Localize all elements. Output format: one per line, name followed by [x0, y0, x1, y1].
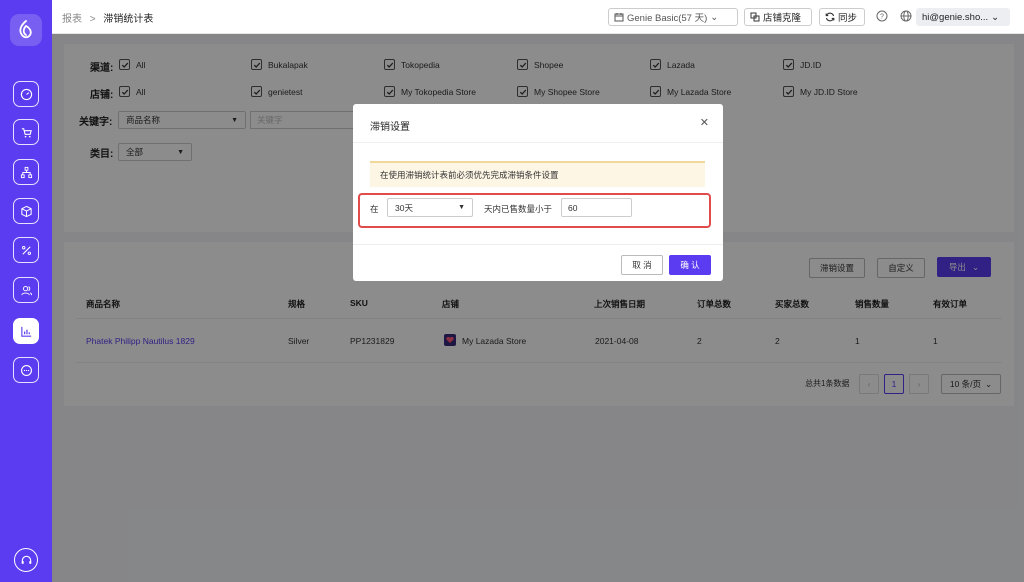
- dialog-footer-divider: [353, 244, 723, 245]
- orders-nav[interactable]: [13, 119, 39, 145]
- account-menu[interactable]: hi@genie.sho... ⌄: [916, 8, 1010, 26]
- confirm-label: 确 认: [680, 260, 700, 270]
- cancel-button[interactable]: 取 消: [621, 255, 663, 275]
- confirm-button[interactable]: 确 认: [669, 255, 711, 275]
- store-clone-label: 店铺克隆: [763, 13, 802, 24]
- users-icon: [20, 285, 32, 295]
- cancel-label: 取 消: [632, 260, 652, 270]
- chevron-down-icon: ⌄: [991, 11, 1000, 23]
- condition-middle: 天内已售数量小于: [484, 204, 553, 214]
- sync-icon: [825, 12, 835, 22]
- customers-nav[interactable]: [13, 277, 39, 303]
- days-value: 30天: [395, 202, 413, 213]
- messages-nav[interactable]: [13, 357, 39, 383]
- notice-banner: 在使用滞销统计表前必须优先完成滞销条件设置: [370, 161, 705, 187]
- headset-icon: [21, 555, 31, 564]
- globe-icon[interactable]: [900, 10, 912, 22]
- days-select[interactable]: 30天 ▼: [387, 198, 473, 217]
- dashboard-nav[interactable]: [13, 81, 39, 107]
- caret-down-icon: ▼: [458, 204, 465, 211]
- sidebar: [0, 0, 52, 582]
- top-bar: 报表 > 滞销统计表 Genie Basic(57 天) ⌄ 店铺克隆 同步 ?…: [52, 0, 1024, 34]
- dialog-title: 滞销设置: [370, 122, 410, 133]
- sync-button[interactable]: 同步: [819, 8, 865, 26]
- chevron-down-icon: ⌄: [710, 11, 719, 23]
- chat-icon: [20, 364, 32, 376]
- notice-text: 在使用滞销统计表前必须优先完成滞销条件设置: [380, 170, 559, 180]
- network-icon: [20, 166, 32, 178]
- plan-label: Genie Basic(57 天): [627, 13, 708, 24]
- reports-nav[interactable]: [13, 318, 39, 344]
- products-nav[interactable]: [13, 198, 39, 224]
- support-button[interactable]: [14, 548, 38, 572]
- sync-label: 同步: [838, 13, 858, 24]
- box-icon: [20, 205, 32, 217]
- promotions-nav[interactable]: [13, 237, 39, 263]
- help-icon[interactable]: ?: [876, 10, 888, 22]
- store-clone-button[interactable]: 店铺克隆: [744, 8, 812, 26]
- channels-nav[interactable]: [13, 159, 39, 185]
- calendar-icon: [614, 13, 624, 22]
- dialog-header-divider: [353, 142, 723, 143]
- breadcrumb-current: 滞销统计表: [103, 14, 154, 25]
- svg-text:?: ?: [880, 14, 884, 21]
- close-icon[interactable]: ✕: [700, 116, 709, 129]
- qty-input[interactable]: 60: [561, 198, 632, 217]
- qty-value: 60: [568, 202, 578, 213]
- gauge-icon: [20, 88, 32, 100]
- bar-chart-icon: [20, 326, 31, 337]
- percent-icon: [21, 245, 31, 255]
- breadcrumb-parent[interactable]: 报表: [62, 14, 82, 25]
- cart-icon: [21, 127, 32, 138]
- logo-icon: [19, 20, 32, 39]
- account-label: hi@genie.sho...: [922, 11, 989, 23]
- app-logo[interactable]: [10, 14, 42, 46]
- breadcrumb-separator: >: [89, 14, 96, 25]
- plan-selector[interactable]: Genie Basic(57 天) ⌄: [608, 8, 738, 26]
- slow-settings-dialog: 滞销设置 ✕ 在使用滞销统计表前必须优先完成滞销条件设置 在 30天 ▼ 天内已…: [353, 104, 723, 281]
- breadcrumb: 报表 > 滞销统计表: [62, 10, 153, 25]
- condition-prefix: 在: [370, 204, 379, 214]
- clone-icon: [750, 12, 760, 22]
